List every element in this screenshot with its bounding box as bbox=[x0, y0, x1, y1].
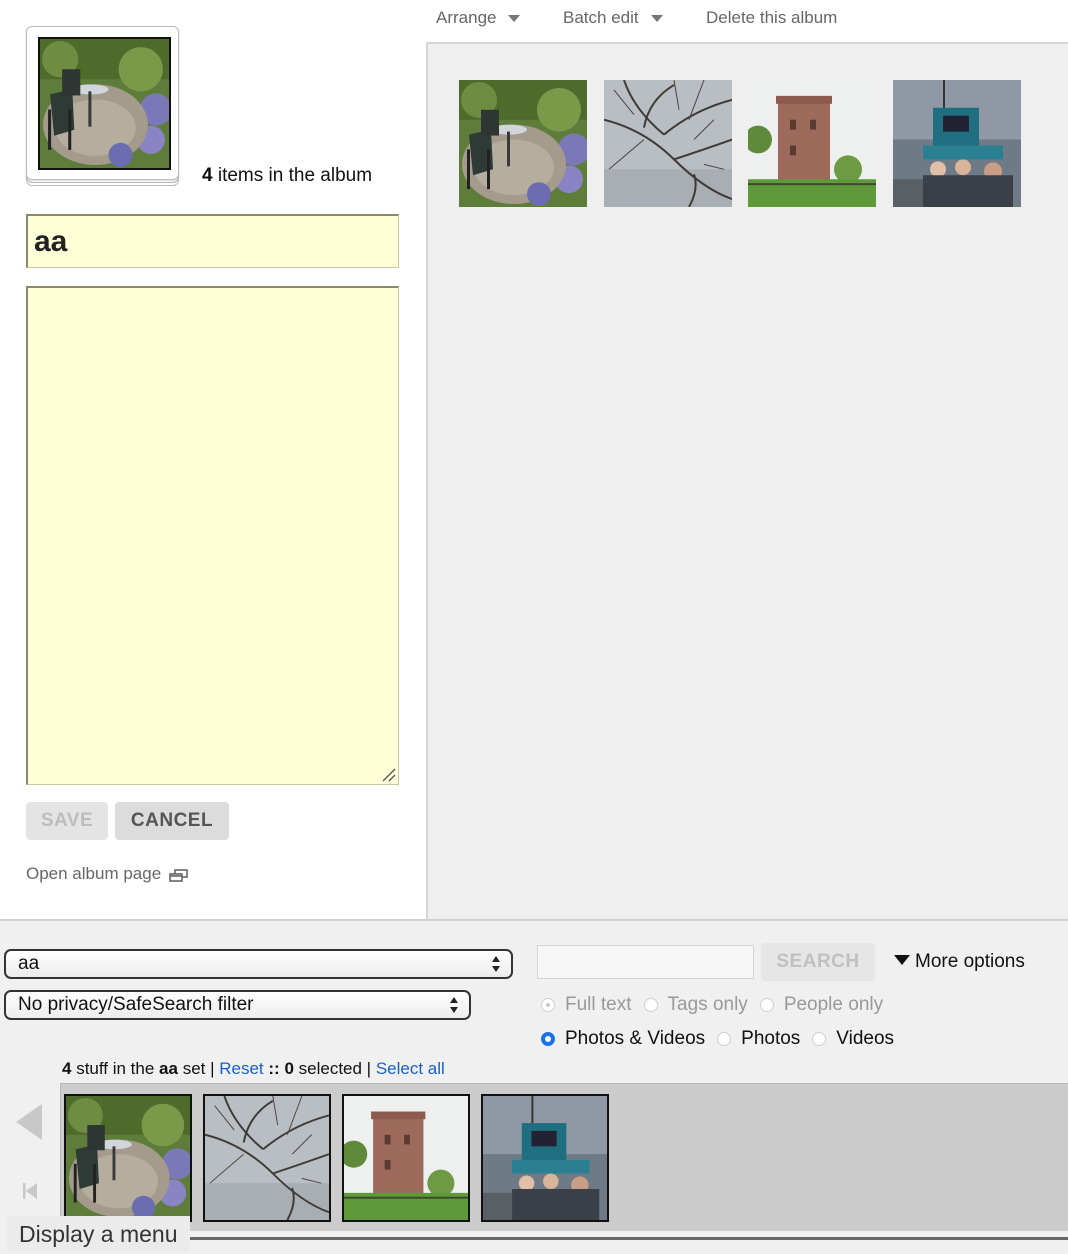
select-all-link[interactable]: Select all bbox=[376, 1059, 445, 1078]
selected-count: 0 bbox=[284, 1059, 294, 1078]
cover-stack-layer bbox=[26, 26, 179, 180]
resize-grip-icon[interactable] bbox=[380, 766, 396, 782]
set-select-value: aa bbox=[18, 953, 40, 974]
cover-photo bbox=[38, 37, 171, 170]
set-status-line: 4 stuff in the aa set | Reset :: 0 selec… bbox=[62, 1059, 445, 1079]
more-options-label: More options bbox=[915, 951, 1025, 972]
search-scope-group: Full text Tags only People only bbox=[541, 994, 895, 1016]
batch-edit-label: Batch edit bbox=[563, 8, 639, 27]
album-photo-thumbnail[interactable] bbox=[748, 80, 876, 207]
search-button[interactable]: SEARCH bbox=[761, 943, 875, 981]
select-arrows-icon bbox=[492, 956, 500, 972]
radio-tags-only-label: Tags only bbox=[667, 994, 748, 1015]
strip-photo-thumbnail[interactable] bbox=[342, 1094, 470, 1222]
album-photo-thumbnail[interactable] bbox=[893, 80, 1021, 207]
set-name: aa bbox=[159, 1059, 178, 1078]
chevron-down-icon bbox=[508, 15, 521, 23]
album-description-field[interactable] bbox=[26, 286, 399, 785]
privacy-filter-select[interactable]: No privacy/SafeSearch filter bbox=[4, 990, 471, 1020]
privacy-filter-value: No privacy/SafeSearch filter bbox=[18, 994, 254, 1015]
arrange-label: Arrange bbox=[436, 8, 497, 27]
set-text: set | bbox=[177, 1059, 220, 1078]
arrange-menu[interactable]: Arrange bbox=[436, 8, 521, 28]
radio-tags-only[interactable] bbox=[643, 998, 658, 1012]
radio-photos-videos[interactable] bbox=[541, 1032, 555, 1046]
radio-videos[interactable] bbox=[812, 1032, 827, 1046]
search-input[interactable] bbox=[537, 945, 754, 979]
album-photo-thumbnail[interactable] bbox=[604, 80, 732, 207]
set-select[interactable]: aa bbox=[4, 949, 513, 979]
selected-text: selected | bbox=[293, 1059, 376, 1078]
stuff-text: stuff in the bbox=[71, 1059, 160, 1078]
album-toolbar: Arrange Batch edit Delete this album bbox=[426, 0, 1068, 38]
item-count-number: 4 bbox=[202, 165, 213, 186]
strip-photo-thumbnail[interactable] bbox=[203, 1094, 331, 1222]
chevron-down-icon bbox=[650, 15, 663, 23]
delete-album-link[interactable]: Delete this album bbox=[706, 8, 837, 28]
organizer-panel: aa No privacy/SafeSearch filter SEARCH M… bbox=[0, 919, 1068, 1254]
open-album-page-link[interactable]: Open album page bbox=[26, 864, 189, 884]
strip-bottom-border bbox=[60, 1237, 1068, 1240]
strip-photo-thumbnail[interactable] bbox=[481, 1094, 609, 1222]
album-title-field[interactable] bbox=[26, 214, 399, 268]
cancel-button[interactable]: CANCEL bbox=[115, 802, 229, 840]
radio-full-text[interactable] bbox=[541, 998, 555, 1012]
previous-arrow-icon[interactable] bbox=[16, 1104, 42, 1140]
strip-photo-thumbnail[interactable] bbox=[64, 1094, 192, 1222]
radio-videos-label: Videos bbox=[836, 1028, 895, 1049]
display-menu-tooltip: Display a menu bbox=[7, 1216, 190, 1252]
radio-photos-videos-label: Photos & Videos bbox=[565, 1028, 706, 1049]
batch-edit-menu[interactable]: Batch edit bbox=[563, 8, 663, 28]
radio-full-text-label: Full text bbox=[565, 994, 632, 1015]
album-contents-panel bbox=[426, 42, 1068, 919]
radio-people-only[interactable] bbox=[759, 998, 774, 1012]
album-item-count: 4 items in the album bbox=[202, 165, 372, 187]
radio-photos-label: Photos bbox=[741, 1028, 801, 1049]
radio-photos[interactable] bbox=[717, 1032, 732, 1046]
more-options-toggle[interactable]: More options bbox=[894, 951, 1025, 973]
media-type-group: Photos & Videos Photos Videos bbox=[541, 1028, 906, 1050]
album-cover[interactable] bbox=[26, 26, 179, 186]
radio-people-only-label: People only bbox=[783, 994, 884, 1015]
item-count-text: items in the album bbox=[212, 165, 373, 186]
save-button[interactable]: SAVE bbox=[26, 802, 108, 840]
select-arrows-icon bbox=[450, 997, 458, 1013]
status-separator: :: bbox=[263, 1059, 285, 1078]
open-album-page-label: Open album page bbox=[26, 864, 162, 883]
new-window-icon bbox=[169, 868, 189, 882]
first-page-icon[interactable] bbox=[22, 1181, 38, 1201]
reset-link[interactable]: Reset bbox=[219, 1059, 263, 1078]
album-photo-thumbnail[interactable] bbox=[459, 80, 587, 207]
caret-down-icon bbox=[894, 954, 910, 965]
set-photo-strip bbox=[60, 1083, 1068, 1231]
